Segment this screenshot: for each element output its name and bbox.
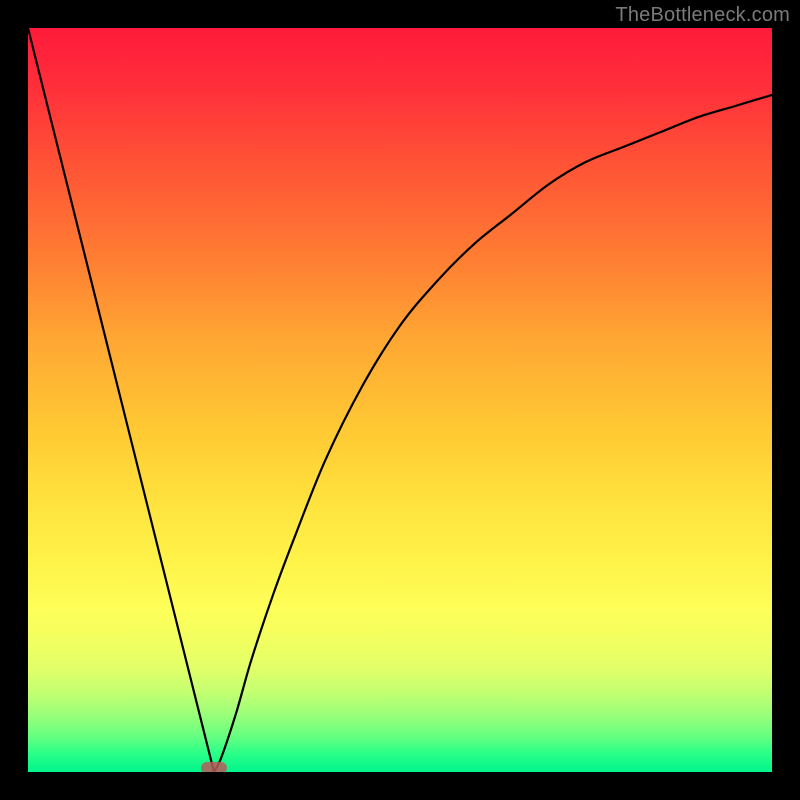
watermark-text: TheBottleneck.com xyxy=(615,4,790,27)
optimum-marker xyxy=(201,762,227,772)
chart-frame: TheBottleneck.com xyxy=(0,0,800,800)
plot-area xyxy=(28,28,772,772)
bottleneck-curve xyxy=(28,28,772,772)
